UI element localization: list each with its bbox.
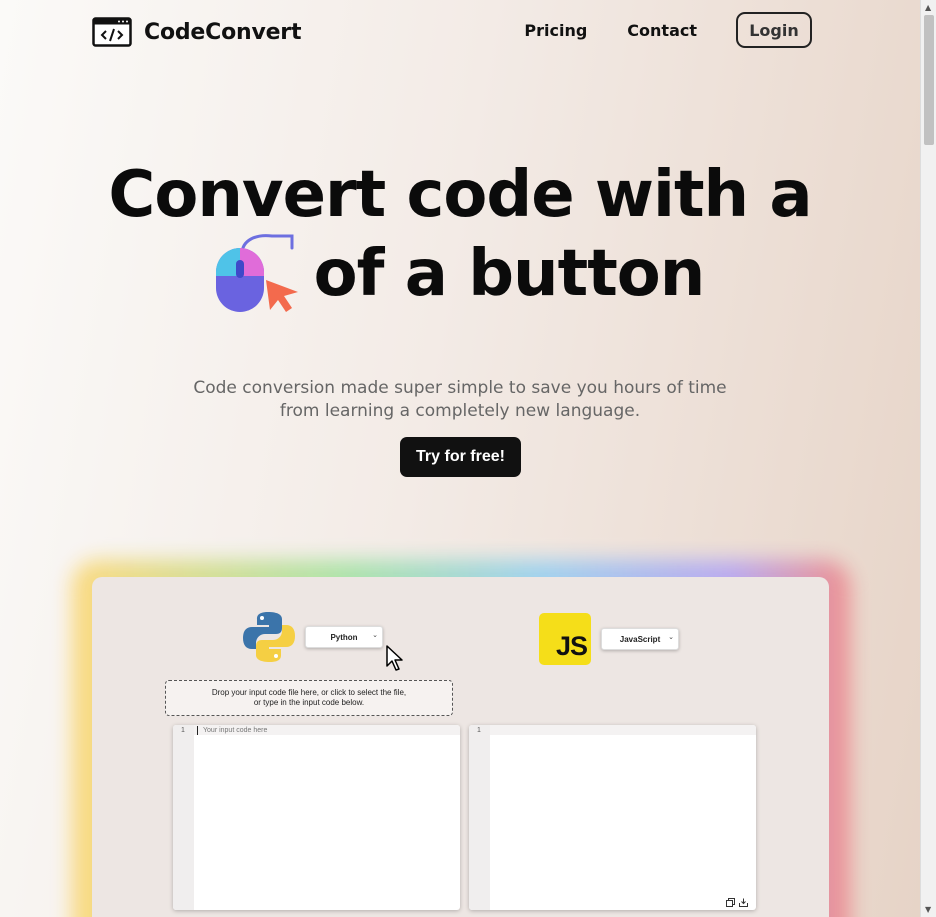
hero-subtitle: Code conversion made super simple to sav… [160,377,760,423]
hero-subtitle-line2: from learning a completely new language. [279,401,641,421]
input-placeholder: Your input code here [203,727,268,734]
javascript-logo-icon: JS [539,613,591,665]
python-logo-icon [243,612,295,662]
brand-logo[interactable]: CodeConvert [92,17,301,47]
output-tools [726,898,748,907]
copy-icon[interactable] [726,898,735,907]
text-caret [197,726,198,735]
demo-preview: Python ⌄ JS JavaScript ⌄ Drop your input… [92,577,829,917]
landing-page: CodeConvert Pricing Contact Login Conver… [0,0,920,917]
target-language-select[interactable]: JavaScript ⌄ [601,628,679,650]
nav-contact-link[interactable]: Contact [627,21,697,40]
file-drop-zone[interactable]: Drop your input code file here, or click… [165,680,453,716]
download-icon[interactable] [739,898,748,907]
chevron-down-icon: ⌄ [668,634,674,641]
javascript-logo-text: JS [555,631,588,661]
chevron-down-icon: ⌄ [372,632,378,639]
active-line-highlight [490,725,756,735]
source-language-select[interactable]: Python ⌄ [305,626,383,648]
page-scrollbar[interactable]: ▲ ▼ [920,0,936,917]
mouse-click-icon [215,234,298,312]
hero-title-line2: of a button [0,232,920,316]
target-language-value: JavaScript [619,634,661,644]
line-gutter [469,725,490,910]
top-nav: Pricing Contact Login [524,12,812,48]
scroll-up-arrow-icon[interactable]: ▲ [925,3,931,12]
target-language-group: JS JavaScript ⌄ [539,613,679,665]
try-for-free-button[interactable]: Try for free! [400,437,521,477]
login-button[interactable]: Login [736,12,812,48]
nav-pricing-link[interactable]: Pricing [524,21,587,40]
hero-title-line2-text: of a button [313,237,706,311]
brand-name: CodeConvert [144,19,302,45]
drop-zone-line2: or type in the input code below. [253,698,365,707]
input-code-editor[interactable]: 1 Your input code here [173,725,460,910]
source-language-value: Python [330,632,358,642]
scroll-down-arrow-icon[interactable]: ▼ [925,905,931,914]
line-number: 1 [477,727,481,734]
line-gutter [173,725,194,910]
mouse-pointer-icon [386,645,403,671]
scrollbar-thumb[interactable] [924,15,934,145]
hero-subtitle-line1: Code conversion made super simple to sav… [193,378,727,398]
output-code-editor[interactable]: 1 [469,725,756,910]
drop-zone-line1: Drop your input code file here, or click… [211,688,407,697]
source-language-group: Python ⌄ [243,611,383,663]
line-number: 1 [181,727,185,734]
hero-title-line1: Convert code with a [108,158,812,232]
code-window-icon [92,17,132,47]
